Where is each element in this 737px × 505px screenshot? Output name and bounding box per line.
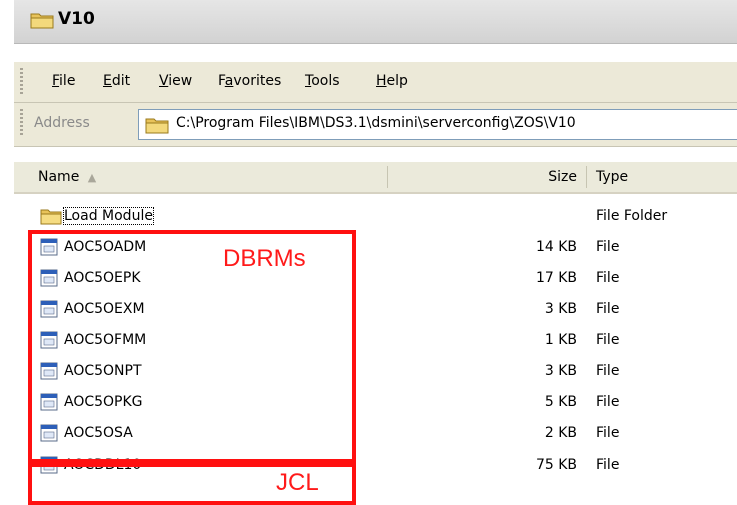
file-size: 1 KB: [544, 332, 577, 348]
file-type: File: [596, 363, 620, 379]
column-divider[interactable]: [387, 166, 388, 188]
dbrms-annotation: DBRMs: [223, 245, 306, 272]
column-header-size[interactable]: Size: [548, 169, 577, 185]
list-item[interactable]: Load Module File Folder: [14, 202, 737, 232]
column-header-type[interactable]: Type: [596, 169, 628, 185]
menu-help[interactable]: Help: [376, 73, 408, 89]
file-size: 14 KB: [535, 239, 577, 255]
column-header-name[interactable]: Name ▲: [38, 169, 96, 185]
address-input[interactable]: C:\Program Files\IBM\DS3.1\dsmini\server…: [138, 109, 737, 140]
dbrms-highlight-box: [28, 230, 356, 463]
file-size: 5 KB: [544, 394, 577, 410]
menu-favorites[interactable]: Favorites: [218, 73, 281, 89]
window-title: V10: [58, 9, 95, 29]
file-type: File: [596, 425, 620, 441]
menu-view[interactable]: View: [159, 73, 192, 89]
column-header-row: Name ▲ Size Type: [14, 162, 737, 194]
address-label: Address: [34, 115, 90, 131]
menu-file[interactable]: File: [52, 73, 75, 89]
file-type: File: [596, 394, 620, 410]
file-size: 3 KB: [544, 363, 577, 379]
address-path: C:\Program Files\IBM\DS3.1\dsmini\server…: [176, 115, 576, 131]
toolbar-grip[interactable]: [20, 109, 23, 137]
file-type: File: [596, 239, 620, 255]
sort-ascending-icon: ▲: [87, 171, 97, 184]
file-size: 3 KB: [544, 301, 577, 317]
menu-tools[interactable]: Tools: [305, 73, 340, 89]
menu-bar: File Edit View Favorites Tools Help: [14, 62, 737, 103]
address-bar: Address C:\Program Files\IBM\DS3.1\dsmin…: [14, 103, 737, 147]
jcl-annotation: JCL: [276, 469, 319, 496]
menu-edit[interactable]: Edit: [103, 73, 130, 89]
file-type: File: [596, 301, 620, 317]
file-type: File: [596, 457, 620, 473]
file-type: File: [596, 332, 620, 348]
folder-icon: [145, 116, 169, 138]
file-type: File Folder: [596, 208, 668, 224]
window-titlebar: V10: [14, 0, 737, 44]
file-name: Load Module: [63, 207, 154, 225]
column-divider[interactable]: [586, 166, 587, 188]
file-type: File: [596, 270, 620, 286]
file-size: 17 KB: [535, 270, 577, 286]
file-size: 2 KB: [544, 425, 577, 441]
folder-icon: [30, 11, 54, 33]
file-size: 75 KB: [535, 457, 577, 473]
folder-icon: [40, 207, 62, 229]
toolbar-grip[interactable]: [20, 68, 23, 96]
